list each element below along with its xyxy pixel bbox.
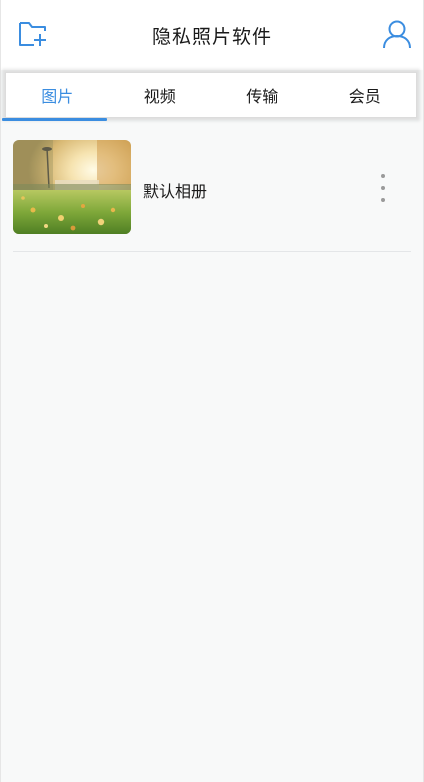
tab-bar: 图片 视频 传输 会员 [5, 72, 417, 118]
user-icon [383, 20, 411, 49]
album-name: 默认相册 [143, 182, 208, 201]
top-bar: 隐私照片软件 [1, 0, 423, 70]
album-thumbnail [13, 140, 131, 234]
profile-button[interactable] [377, 14, 417, 54]
dot [381, 174, 385, 178]
page-title: 隐私照片软件 [151, 26, 272, 48]
app-screen: 隐私照片软件 图片 视频 传输 会员 默认相册 [0, 0, 424, 782]
autumn-park-photo [13, 140, 131, 234]
dot [381, 198, 385, 202]
list-divider [13, 251, 411, 252]
more-vertical-icon[interactable] [373, 174, 393, 202]
album-item[interactable]: 默认相册 [13, 140, 411, 252]
dot [381, 186, 385, 190]
tab-bar-container: 图片 视频 传输 会员 [1, 70, 423, 124]
tab-videos[interactable]: 视频 [109, 73, 212, 117]
tab-photos[interactable]: 图片 [6, 73, 109, 117]
active-tab-indicator [2, 118, 107, 121]
tab-transfer[interactable]: 传输 [211, 73, 314, 117]
tab-membership[interactable]: 会员 [314, 73, 417, 117]
